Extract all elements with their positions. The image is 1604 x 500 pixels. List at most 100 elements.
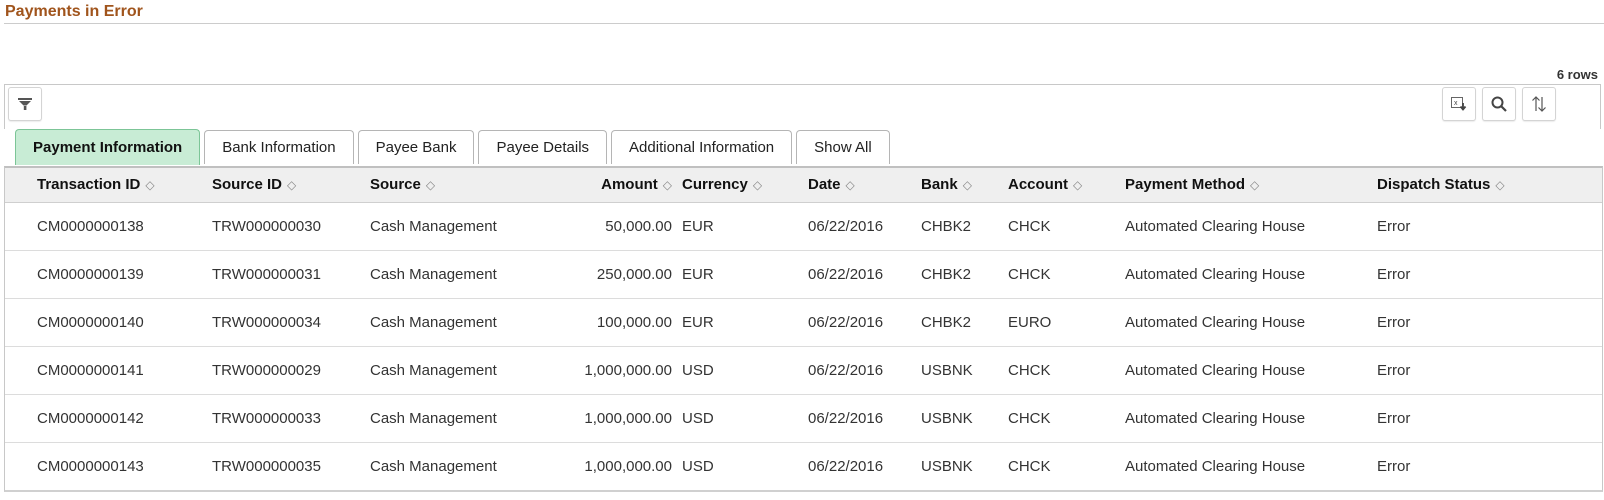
- cell-dispatch-status: Error: [1377, 394, 1602, 443]
- cell-source-id: TRW000000034: [212, 298, 370, 347]
- cell-account: CHCK: [1008, 346, 1125, 395]
- cell-payment-method: Automated Clearing House: [1125, 394, 1377, 443]
- cell-account: CHCK: [1008, 394, 1125, 443]
- sort-toggle-icon[interactable]: ◇: [1250, 178, 1259, 192]
- cell-currency: EUR: [682, 202, 808, 251]
- cell-currency: USD: [682, 346, 808, 395]
- payments-table: Transaction ID ◇ Source ID ◇ Source ◇ Amoun…: [5, 168, 1602, 490]
- sort-toggle-icon[interactable]: ◇: [426, 178, 435, 192]
- sort-icon: [1530, 95, 1548, 113]
- cell-account: CHCK: [1008, 457, 1051, 475]
- cell-bank: CHBK2: [921, 202, 1008, 251]
- filter-button[interactable]: [8, 87, 42, 121]
- cell-transaction-id: CM0000000142: [37, 394, 212, 443]
- sort-toggle-icon[interactable]: ◇: [145, 178, 154, 192]
- sort-toggle-icon[interactable]: ◇: [963, 178, 972, 192]
- table-row[interactable]: CM0000000138 TRW000000030 Cash Management 5…: [5, 202, 1602, 251]
- cell-bank: USBNK: [921, 394, 1008, 443]
- cell-payment-method: Automated Clearing House: [1125, 298, 1377, 347]
- svg-text:x: x: [1454, 100, 1458, 107]
- col-bank[interactable]: Bank ◇: [921, 168, 1008, 203]
- export-excel-icon: x: [1450, 95, 1468, 113]
- col-transaction-id[interactable]: Transaction ID ◇: [37, 168, 212, 203]
- tab-show-all[interactable]: Show All: [796, 130, 890, 164]
- row-count: 6 rows: [1556, 67, 1598, 82]
- cell-account: CHCK: [1008, 250, 1125, 299]
- sort-toggle-icon[interactable]: ◇: [1495, 178, 1504, 192]
- cell-amount: 1,000,000.00: [556, 346, 672, 395]
- cell-date: 06/22/2016: [808, 394, 921, 443]
- cell-source-id: TRW000000029: [212, 346, 370, 395]
- export-excel-button[interactable]: x: [1442, 87, 1476, 121]
- filter-icon: [17, 96, 33, 112]
- col-payment-method[interactable]: Payment Method ◇: [1125, 168, 1377, 203]
- cell-source: Cash Management: [370, 250, 556, 299]
- cell-payment-method: Automated Clearing House: [1125, 202, 1377, 251]
- cell-date: 06/22/2016: [808, 202, 921, 251]
- table-row[interactable]: CM0000000141 TRW000000029 Cash Management 1…: [5, 346, 1602, 395]
- cell-account: EURO: [1008, 298, 1125, 347]
- cell-transaction-id: CM0000000141: [37, 346, 212, 395]
- col-account[interactable]: Account ◇: [1008, 168, 1125, 203]
- col-source-id[interactable]: Source ID ◇: [212, 168, 370, 203]
- col-currency[interactable]: Currency ◇: [682, 168, 808, 203]
- cell-dispatch-status: Error: [1377, 346, 1602, 395]
- col-source[interactable]: Source ◇: [370, 168, 556, 203]
- cell-transaction-id: CM0000000138: [37, 202, 212, 251]
- cell-source: Cash Management: [370, 202, 556, 251]
- cell-amount: 50,000.00: [556, 202, 672, 251]
- sort-toggle-icon[interactable]: ◇: [663, 178, 672, 192]
- sort-toggle-icon[interactable]: ◇: [846, 178, 855, 192]
- cell-currency: USD: [682, 394, 808, 443]
- cell-source-id: TRW000000031: [212, 250, 370, 299]
- sort-toggle-icon[interactable]: ◇: [753, 178, 762, 192]
- cell-account: CHCK: [1008, 202, 1125, 251]
- col-date[interactable]: Date ◇: [808, 168, 921, 203]
- cell-payment-method: Automated Clearing House: [1125, 346, 1377, 395]
- cell-currency: EUR: [682, 250, 808, 299]
- sort-toggle-icon[interactable]: ◇: [1073, 178, 1082, 192]
- tab-bar: Payment Information Bank Information Pay…: [15, 129, 894, 166]
- col-dispatch-status[interactable]: Dispatch Status ◇: [1377, 168, 1602, 203]
- grid-toolbar-frame: [4, 84, 1601, 129]
- table-row[interactable]: CM0000000143 TRW000000035 Cash Management 1…: [5, 442, 1602, 490]
- cell-source: Cash Management: [370, 298, 556, 347]
- cell-source-id: TRW000000033: [212, 394, 370, 443]
- table-row[interactable]: CM0000000142 TRW000000033 Cash Management 1…: [5, 394, 1602, 443]
- tab-additional-information[interactable]: Additional Information: [611, 130, 793, 164]
- cell-date: 06/22/2016: [808, 346, 921, 395]
- cell-dispatch-status: Error: [1377, 202, 1602, 251]
- table-row[interactable]: CM0000000140 TRW000000034 Cash Management 1…: [5, 298, 1602, 347]
- sort-toggle-icon[interactable]: ◇: [287, 178, 296, 192]
- table-row[interactable]: CM0000000139 TRW000000031 Cash Management 2…: [5, 250, 1602, 299]
- table-header-row: Transaction ID ◇ Source ID ◇ Source ◇ Amoun…: [5, 168, 1602, 203]
- cell-transaction-id: CM0000000139: [37, 250, 212, 299]
- cell-source-id: TRW000000030: [212, 202, 370, 251]
- cell-amount: 250,000.00: [556, 250, 672, 299]
- tab-bank-information[interactable]: Bank Information: [204, 130, 354, 164]
- tab-payment-information[interactable]: Payment Information: [15, 129, 201, 165]
- cell-date: 06/22/2016: [808, 250, 921, 299]
- cell-source: Cash Management: [370, 346, 556, 395]
- cell-bank: USBNK: [921, 457, 973, 475]
- tab-payee-details[interactable]: Payee Details: [478, 130, 608, 164]
- cell-bank: USBNK: [921, 346, 1008, 395]
- page-title: Payments in Error: [5, 3, 143, 20]
- cell-payment-method: Automated Clearing House: [1125, 457, 1306, 475]
- cell-dispatch-status: Error: [1377, 298, 1602, 347]
- cell-dispatch-status: Error: [1377, 250, 1602, 299]
- cell-date: 06/22/2016: [808, 457, 884, 475]
- search-button[interactable]: [1482, 87, 1516, 121]
- sort-button[interactable]: [1522, 87, 1556, 121]
- tab-payee-bank[interactable]: Payee Bank: [357, 130, 475, 164]
- col-amount[interactable]: Amount ◇: [556, 168, 672, 203]
- cell-amount: 1,000,000.00: [584, 457, 672, 475]
- cell-date: 06/22/2016: [808, 298, 921, 347]
- cell-bank: CHBK2: [921, 298, 1008, 347]
- cell-amount: 1,000,000.00: [556, 394, 672, 443]
- payments-grid: Transaction ID ◇ Source ID ◇ Source ◇ Amoun…: [4, 166, 1603, 492]
- cell-payment-method: Automated Clearing House: [1125, 250, 1377, 299]
- cell-source: Cash Management: [370, 457, 497, 475]
- cell-dispatch-status: Error: [1377, 457, 1411, 475]
- cell-currency: USD: [682, 457, 714, 475]
